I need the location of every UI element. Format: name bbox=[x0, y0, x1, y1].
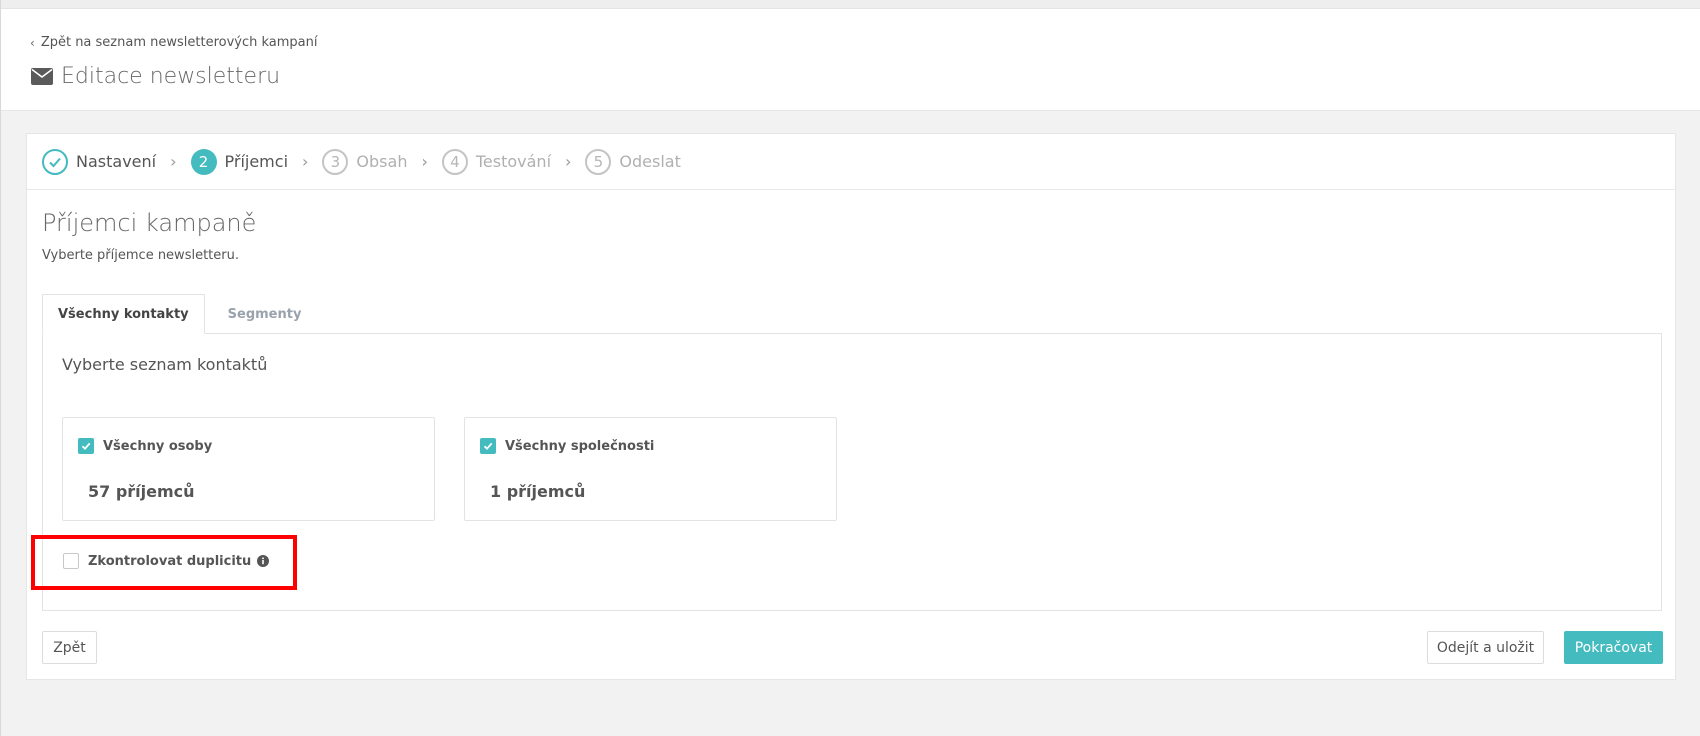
chevron-right-icon: › bbox=[421, 152, 428, 171]
step-testing: 4 Testování bbox=[441, 148, 552, 175]
recipient-count: 1 příjemců bbox=[490, 482, 586, 501]
contact-list-label: Všechny společnosti bbox=[505, 438, 655, 454]
step-label: Testování bbox=[475, 152, 552, 171]
duplicate-check-checkbox[interactable]: Zkontrolovat duplicitu bbox=[63, 553, 270, 569]
step-content: 3 Obsah bbox=[322, 148, 408, 175]
step-recipients[interactable]: 2 Příjemci bbox=[190, 148, 289, 175]
page-title-text: Editace newsletteru bbox=[61, 64, 281, 89]
chevron-left-icon: ‹ bbox=[30, 35, 35, 50]
back-to-campaigns-link[interactable]: ‹ Zpět na seznam newsletterových kampaní bbox=[30, 35, 318, 50]
recipient-count: 57 příjemců bbox=[88, 482, 195, 501]
wizard-steps: Nastavení › 2 Příjemci › 3 Obsah › 4 Tes… bbox=[27, 134, 1675, 190]
tab-panel: Vyberte seznam kontaktů Všechny osoby 57… bbox=[42, 333, 1662, 611]
contact-list-checkbox[interactable]: Všechny osoby bbox=[78, 438, 212, 454]
step-number: 3 bbox=[322, 148, 349, 175]
contact-list-card: Všechny společnosti 1 příjemců bbox=[464, 417, 837, 521]
step-number: 4 bbox=[441, 148, 468, 175]
envelope-icon bbox=[31, 68, 53, 85]
section-subtitle: Vyberte příjemce newsletteru. bbox=[42, 248, 239, 263]
tab-all-contacts[interactable]: Všechny kontakty bbox=[42, 294, 205, 334]
step-label: Nastavení bbox=[76, 152, 157, 171]
chevron-right-icon: › bbox=[302, 152, 309, 171]
step-settings[interactable]: Nastavení bbox=[42, 148, 157, 175]
section-title: Příjemci kampaně bbox=[42, 209, 257, 237]
step-label: Odeslat bbox=[619, 152, 681, 171]
step-number: 5 bbox=[585, 148, 612, 175]
checkmark-icon[interactable] bbox=[78, 438, 94, 454]
contact-list-label: Všechny osoby bbox=[103, 438, 213, 454]
top-strip bbox=[0, 0, 1700, 9]
back-link-label: Zpět na seznam newsletterových kampaní bbox=[40, 35, 318, 50]
panel-heading: Vyberte seznam kontaktů bbox=[62, 355, 268, 374]
recipient-tabs: Všechny kontakty Segmenty bbox=[42, 294, 316, 334]
chevron-right-icon: › bbox=[565, 152, 572, 171]
tab-segments[interactable]: Segmenty bbox=[213, 294, 317, 334]
page-header: ‹ Zpět na seznam newsletterových kampaní… bbox=[1, 9, 1700, 111]
duplicate-check-label: Zkontrolovat duplicitu bbox=[88, 553, 252, 569]
continue-button[interactable]: Pokračovat bbox=[1564, 631, 1663, 664]
step-number: 2 bbox=[190, 148, 217, 175]
save-and-exit-button[interactable]: Odejít a uložit bbox=[1427, 631, 1544, 664]
info-circle-icon[interactable] bbox=[257, 555, 270, 567]
checkbox-empty[interactable] bbox=[63, 553, 79, 569]
page-title: Editace newsletteru bbox=[31, 64, 280, 89]
step-send: 5 Odeslat bbox=[585, 148, 681, 175]
contact-list-card: Všechny osoby 57 příjemců bbox=[62, 417, 435, 521]
step-label: Obsah bbox=[356, 152, 408, 171]
check-circle-icon bbox=[42, 148, 68, 175]
checkmark-icon[interactable] bbox=[480, 438, 496, 454]
chevron-right-icon: › bbox=[170, 152, 177, 171]
contact-list-checkbox[interactable]: Všechny společnosti bbox=[480, 438, 654, 454]
step-label: Příjemci bbox=[224, 152, 289, 171]
back-button[interactable]: Zpět bbox=[42, 631, 97, 664]
wizard-card: Nastavení › 2 Příjemci › 3 Obsah › 4 Tes… bbox=[26, 133, 1676, 680]
